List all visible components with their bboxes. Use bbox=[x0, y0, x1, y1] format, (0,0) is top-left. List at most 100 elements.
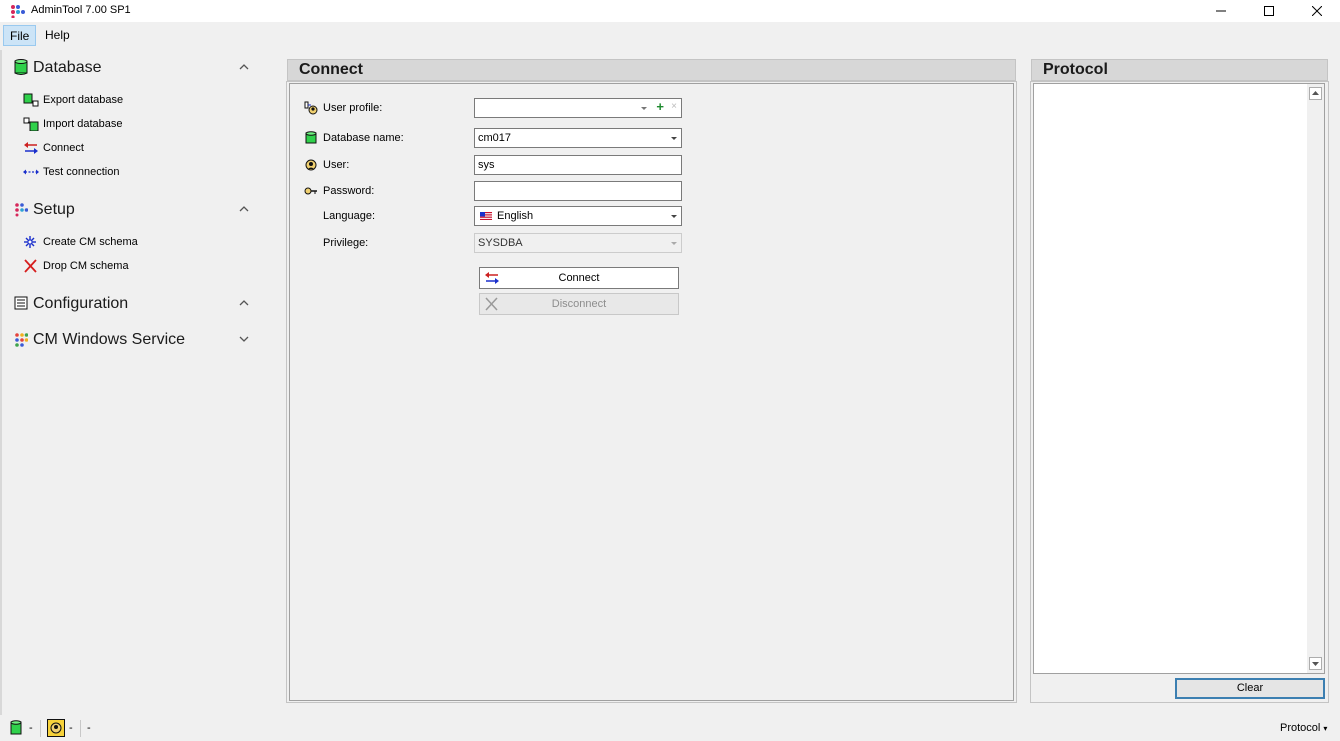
close-icon bbox=[1312, 6, 1322, 16]
caret-down-icon: ▾ bbox=[1323, 724, 1328, 733]
us-flag-icon bbox=[480, 212, 492, 220]
chevron-up-icon[interactable] bbox=[237, 60, 251, 74]
title-bar: AdminTool 7.00 SP1 bbox=[0, 0, 1340, 22]
protocol-status-toggle[interactable]: Protocol ▾ bbox=[1280, 722, 1327, 734]
test-connection-icon bbox=[23, 169, 39, 175]
connect-icon bbox=[485, 272, 499, 284]
password-input[interactable] bbox=[474, 181, 682, 201]
extra-status-text: - bbox=[87, 722, 91, 734]
user-value: sys bbox=[478, 159, 495, 171]
sidebar-item-label: Connect bbox=[43, 142, 84, 154]
connect-icon bbox=[24, 142, 38, 154]
status-bar: - - - Protocol ▾ bbox=[0, 716, 1340, 741]
sidebar-group-setup[interactable]: Setup bbox=[12, 196, 257, 222]
sidebar-group-label: Database bbox=[33, 59, 102, 76]
sidebar-group-database[interactable]: Database bbox=[12, 54, 257, 80]
dropdown-arrow-icon[interactable] bbox=[671, 215, 677, 218]
chevron-up-icon[interactable] bbox=[237, 202, 251, 216]
sidebar-item-import-database[interactable]: Import database bbox=[23, 114, 243, 134]
connect-panel-title: Connect bbox=[299, 61, 363, 78]
user-profile-label: User profile: bbox=[323, 102, 383, 114]
remove-profile-icon[interactable]: × bbox=[671, 101, 677, 112]
sidebar-item-create-cm-schema[interactable]: Create CM schema bbox=[23, 232, 243, 252]
sidebar-item-label: Export database bbox=[43, 94, 124, 106]
sidebar-item-label: Create CM schema bbox=[43, 236, 138, 248]
sidebar-item-label: Test connection bbox=[43, 166, 120, 178]
window-title: AdminTool 7.00 SP1 bbox=[31, 4, 131, 16]
create-schema-icon bbox=[24, 236, 36, 248]
sidebar: Database Export database Import database… bbox=[0, 50, 262, 715]
menu-file[interactable]: File bbox=[3, 25, 37, 46]
disconnect-button: Disconnect bbox=[479, 293, 679, 315]
protocol-log-area[interactable] bbox=[1033, 83, 1325, 674]
arrow-up-icon bbox=[1312, 91, 1319, 95]
maximize-button[interactable] bbox=[1246, 0, 1292, 22]
database-status-icon bbox=[10, 720, 22, 735]
database-icon bbox=[14, 59, 28, 75]
sidebar-group-label: Setup bbox=[33, 201, 75, 218]
drop-schema-icon bbox=[24, 259, 37, 273]
sidebar-item-export-database[interactable]: Export database bbox=[23, 90, 243, 110]
database-status-text: - bbox=[29, 722, 33, 734]
connect-panel-body bbox=[289, 83, 1014, 701]
user-icon bbox=[305, 159, 317, 171]
sidebar-item-connect[interactable]: Connect bbox=[23, 138, 243, 158]
sidebar-item-drop-cm-schema[interactable]: Drop CM schema bbox=[23, 256, 243, 276]
setup-icon bbox=[15, 203, 28, 217]
user-status-icon bbox=[47, 719, 65, 737]
database-icon bbox=[305, 131, 317, 144]
database-name-select[interactable]: cm017 bbox=[474, 128, 682, 148]
sidebar-group-configuration[interactable]: Configuration bbox=[12, 290, 257, 316]
privilege-select: SYSDBA bbox=[474, 233, 682, 253]
clear-button[interactable]: Clear bbox=[1175, 678, 1325, 699]
connect-panel-header: Connect bbox=[287, 59, 1016, 81]
status-separator bbox=[40, 720, 41, 737]
dropdown-arrow-icon[interactable] bbox=[671, 137, 677, 140]
database-name-label: Database name: bbox=[323, 132, 404, 144]
sidebar-group-label: CM Windows Service bbox=[33, 331, 186, 348]
disconnect-button-label: Disconnect bbox=[551, 298, 607, 310]
user-profile-icon bbox=[304, 101, 318, 115]
configuration-icon bbox=[14, 296, 28, 310]
arrow-down-icon bbox=[1312, 662, 1319, 666]
privilege-value: SYSDBA bbox=[478, 237, 523, 249]
user-status-text: - bbox=[69, 722, 73, 734]
database-name-value: cm017 bbox=[478, 132, 512, 144]
maximize-icon bbox=[1264, 6, 1274, 16]
scroll-up-button[interactable] bbox=[1309, 87, 1322, 100]
scroll-down-button[interactable] bbox=[1309, 657, 1322, 670]
sidebar-item-label: Drop CM schema bbox=[43, 260, 129, 272]
dropdown-arrow-icon[interactable] bbox=[641, 107, 647, 110]
user-label: User: bbox=[323, 159, 350, 171]
menu-help[interactable]: Help bbox=[39, 25, 76, 46]
chevron-down-icon[interactable] bbox=[237, 332, 251, 346]
minimize-button[interactable] bbox=[1198, 0, 1244, 22]
key-icon bbox=[304, 187, 317, 195]
sidebar-group-cm-windows-service[interactable]: CM Windows Service bbox=[12, 326, 257, 352]
dropdown-arrow-icon bbox=[671, 242, 677, 245]
user-profile-field[interactable]: + × bbox=[474, 98, 682, 118]
disconnect-icon bbox=[485, 297, 498, 311]
sidebar-group-label: Configuration bbox=[33, 295, 129, 312]
chevron-up-icon[interactable] bbox=[237, 296, 251, 310]
menu-bar: File Help bbox=[0, 24, 1340, 46]
language-label: Language: bbox=[323, 210, 375, 222]
status-separator bbox=[80, 720, 81, 737]
connect-button[interactable]: Connect bbox=[479, 267, 679, 289]
protocol-status-label: Protocol bbox=[1280, 722, 1321, 734]
protocol-panel-header: Protocol bbox=[1031, 59, 1328, 81]
vertical-scrollbar[interactable] bbox=[1307, 84, 1324, 673]
password-label: Password: bbox=[323, 185, 375, 197]
language-value: English bbox=[497, 210, 534, 222]
minimize-icon bbox=[1216, 10, 1226, 12]
sidebar-item-label: Import database bbox=[43, 118, 123, 130]
sidebar-item-test-connection[interactable]: Test connection bbox=[23, 162, 243, 182]
connect-button-label: Connect bbox=[558, 272, 600, 284]
language-select[interactable]: English bbox=[474, 206, 682, 226]
add-profile-icon[interactable]: + bbox=[656, 99, 664, 114]
close-button[interactable] bbox=[1294, 0, 1340, 22]
protocol-panel-title: Protocol bbox=[1043, 61, 1108, 78]
windows-service-icon bbox=[15, 333, 28, 347]
import-database-icon bbox=[23, 117, 39, 131]
user-input[interactable]: sys bbox=[474, 155, 682, 175]
